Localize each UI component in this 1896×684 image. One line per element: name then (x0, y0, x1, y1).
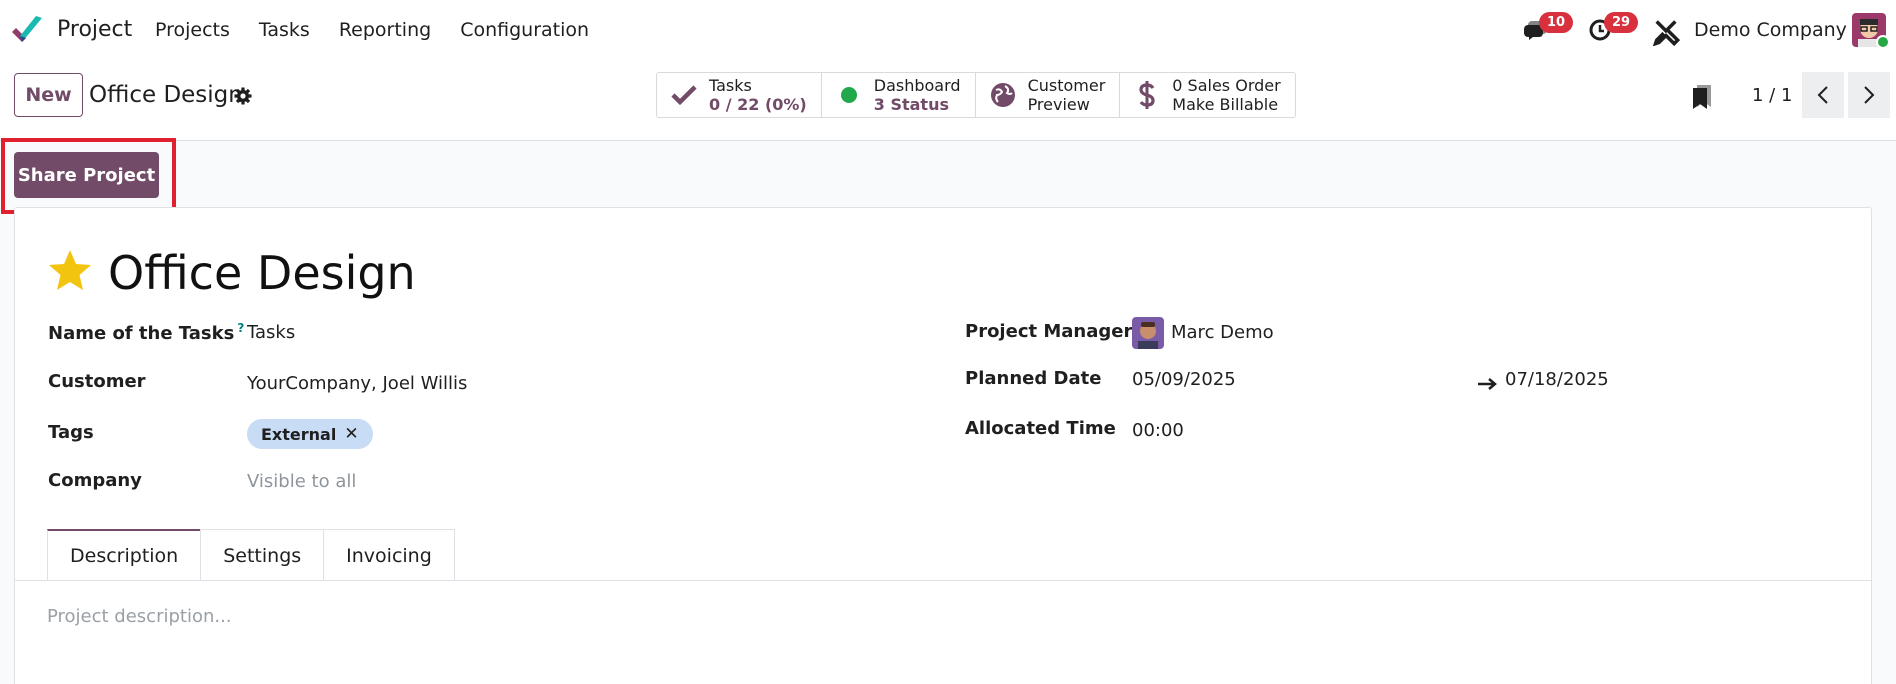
dashboard-stat-label: Dashboard (873, 76, 961, 95)
dashboard-stat-button[interactable]: Dashboard 3 Status (822, 73, 976, 117)
menu-tasks[interactable]: Tasks (259, 19, 310, 41)
project-manager-label: Project Manager (965, 321, 1133, 342)
pager-value[interactable]: 1 / 1 (1752, 85, 1792, 106)
tab-settings[interactable]: Settings (200, 529, 325, 581)
company-label: Company (48, 470, 142, 491)
tag-label: External (261, 424, 337, 444)
form-sheet: Office Design Name of the Tasks? Tasks C… (14, 207, 1872, 684)
planned-date-end[interactable]: 07/18/2025 (1505, 369, 1609, 390)
chevron-left-icon (1817, 86, 1828, 104)
smart-buttons: Tasks 0 / 22 (0%) Dashboard 3 Status Cus… (656, 72, 1296, 118)
customer-label: Customer (48, 371, 146, 392)
project-app-logo-icon[interactable] (10, 14, 44, 46)
project-manager-field[interactable]: Marc Demo (1171, 322, 1274, 343)
gear-icon[interactable] (233, 86, 253, 106)
globe-icon (990, 82, 1016, 108)
status-dot-icon (836, 82, 862, 108)
planned-date-label: Planned Date (965, 368, 1102, 389)
main-menu: Projects Tasks Reporting Configuration (155, 19, 618, 41)
pager-next-button[interactable] (1848, 72, 1890, 118)
tab-divider (15, 580, 1871, 581)
app-name[interactable]: Project (57, 17, 132, 42)
company-field[interactable]: Visible to all (247, 471, 356, 492)
messages-badge: 10 (1539, 12, 1574, 33)
tag-external[interactable]: External ✕ (247, 419, 373, 449)
menu-reporting[interactable]: Reporting (339, 19, 431, 41)
sales-order-label: 0 Sales Order (1172, 76, 1281, 95)
activities-button[interactable]: 29 (1588, 12, 1639, 44)
customer-preview-label: Customer (1027, 76, 1106, 95)
make-billable-label: Make Billable (1172, 95, 1279, 114)
dollar-icon (1134, 81, 1160, 109)
arrow-right-icon (1478, 378, 1497, 390)
bookmark-icon[interactable] (1691, 84, 1713, 110)
top-navbar: Project Projects Tasks Reporting Configu… (0, 0, 1896, 60)
planned-date-start[interactable]: 05/09/2025 (1132, 369, 1236, 390)
share-project-button[interactable]: Share Project (14, 152, 159, 198)
activities-badge: 29 (1604, 12, 1639, 33)
company-switcher[interactable]: Demo Company (1694, 19, 1847, 41)
tasks-stat-button[interactable]: Tasks 0 / 22 (0%) (657, 73, 822, 117)
dashboard-stat-value: 3 Status (873, 95, 949, 114)
manager-avatar (1132, 317, 1164, 349)
tasks-stat-label: Tasks (709, 76, 752, 95)
allocated-time-field[interactable]: 00:00 (1132, 420, 1184, 441)
pager-previous-button[interactable] (1802, 72, 1844, 118)
project-title[interactable]: Office Design (108, 246, 416, 300)
customer-field[interactable]: YourCompany, Joel Willis (247, 373, 467, 394)
customer-preview-button[interactable]: Customer Preview (976, 73, 1121, 117)
check-icon (671, 82, 697, 108)
help-tooltip-icon[interactable]: ? (237, 321, 244, 335)
chevron-right-icon (1864, 86, 1875, 104)
tasks-name-field[interactable]: Tasks (247, 322, 295, 343)
menu-configuration[interactable]: Configuration (460, 19, 589, 41)
menu-projects[interactable]: Projects (155, 19, 230, 41)
tasks-stat-value: 0 / 22 (0%) (709, 95, 807, 114)
star-icon[interactable] (47, 248, 93, 292)
allocated-time-label: Allocated Time (965, 418, 1116, 439)
messages-button[interactable]: 10 (1523, 12, 1574, 44)
manager-avatar-icon (1132, 317, 1164, 349)
description-editor[interactable]: Project description... (47, 606, 232, 627)
tab-description[interactable]: Description (47, 529, 202, 581)
new-button[interactable]: New (14, 73, 83, 117)
breadcrumb-current: Office Design (89, 82, 243, 108)
online-status-icon (1876, 35, 1890, 49)
close-icon[interactable]: ✕ (344, 424, 358, 444)
sales-order-button[interactable]: 0 Sales Order Make Billable (1120, 73, 1294, 117)
tab-invoicing[interactable]: Invoicing (323, 529, 455, 581)
notebook-tabs: Description Settings Invoicing (47, 529, 455, 581)
debug-tools-icon[interactable] (1652, 18, 1680, 46)
tasks-name-label: Name of the Tasks? (48, 321, 245, 344)
control-panel: New Office Design Tasks 0 / 22 (0%) Dash… (0, 60, 1896, 141)
customer-preview-sub: Preview (1027, 95, 1090, 114)
tags-label: Tags (48, 422, 94, 443)
